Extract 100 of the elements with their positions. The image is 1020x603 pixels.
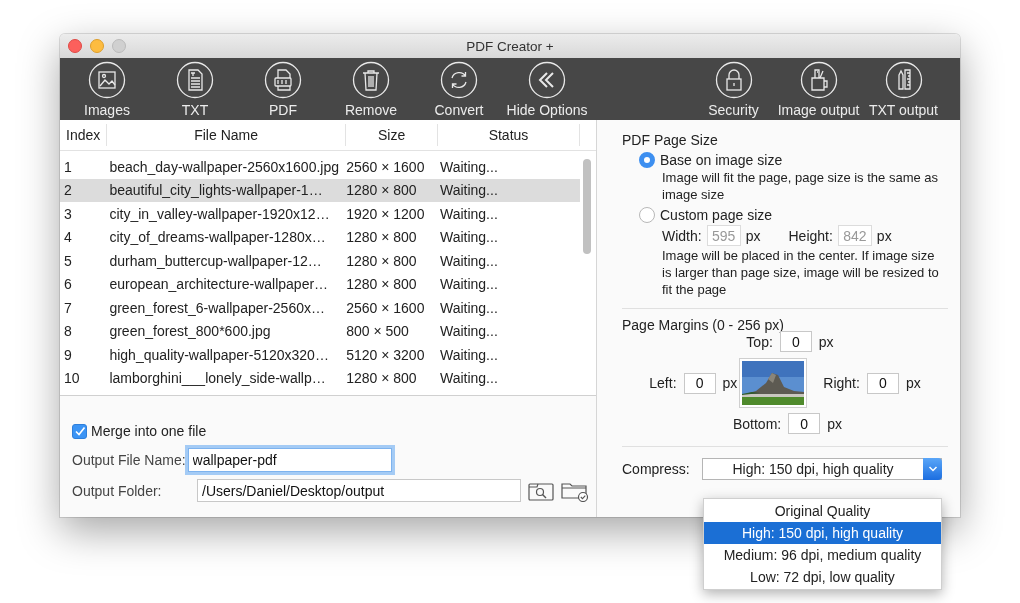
right-margin-field[interactable]: 0 — [866, 372, 899, 394]
description-text: Image will be placed in the center. If image size is larger than page size, image will be resized to fit the page — [662, 247, 940, 298]
table-cell-text: high_quality-wallpaper-5120x320… — [108, 346, 330, 363]
table-cell-text: 1280 × 800 — [345, 252, 418, 269]
file-name-field[interactable]: wallpaper-pdf — [187, 448, 392, 472]
lock-icon — [714, 61, 753, 99]
table-cell-text: 1920 × 1200 — [345, 205, 426, 222]
caret-icon — [927, 465, 938, 473]
document-icon — [176, 61, 214, 99]
menu-item[interactable]: Medium: 96 dpi, medium quality — [704, 544, 941, 566]
unit-label: px — [905, 375, 921, 391]
table-cell-text: Waiting... — [438, 252, 499, 269]
column-header[interactable]: Size — [346, 124, 438, 146]
unit-label: px — [818, 333, 834, 350]
checkbox-label: Merge into one file — [91, 423, 207, 439]
scrollbar-thumb[interactable] — [583, 159, 591, 254]
pen-cup-icon — [799, 61, 838, 99]
table-cell-text: 2 — [63, 182, 73, 199]
column-header[interactable]: Index — [60, 124, 107, 146]
radio-label: Custom page size — [660, 207, 773, 223]
pencil-ruler-icon — [884, 61, 923, 99]
table-row[interactable]: 10 lamborghini___lonely_side-wallp… 1280 × 800 Waiting... — [60, 366, 580, 390]
toolbar-button[interactable]: PDF — [239, 58, 327, 120]
table-row[interactable]: 7 green_forest_6-wallpaper-2560x… 2560 × 1600 Waiting... — [60, 296, 580, 320]
toolbar-button[interactable]: TXT output — [861, 58, 946, 120]
table-row[interactable]: 5 durham_buttercup-wallpaper-12… 1280 × 800 Waiting... — [60, 249, 580, 273]
table-cell-text: 5 — [63, 252, 73, 269]
unit-label: px — [876, 227, 892, 244]
table-cell-text: 2560 × 1600 — [345, 158, 426, 175]
radio-button[interactable] — [639, 152, 655, 168]
field-label: Width: — [662, 227, 702, 244]
menu-item[interactable]: Low: 72 dpi, low quality — [704, 566, 941, 588]
field-label: Bottom: — [732, 415, 782, 432]
toolbar-button[interactable]: Security — [691, 58, 776, 120]
table-cell-text: city_of_dreams-wallpaper-1280x… — [108, 229, 327, 246]
table-row[interactable]: 9 high_quality-wallpaper-5120x320… 5120 × 3200 Waiting... — [60, 343, 580, 367]
toolbar-button[interactable]: Images — [63, 58, 151, 120]
merge-checkbox[interactable] — [72, 423, 87, 439]
top-margin-field[interactable]: 0 — [779, 331, 812, 352]
menu-item[interactable]: High: 150 dpi, high quality — [704, 522, 941, 544]
search-folder-icon[interactable] — [528, 480, 554, 501]
table-cell-text: 1280 × 800 — [345, 276, 418, 293]
table-cell-text: green_forest_6-wallpaper-2560x… — [108, 299, 326, 316]
radio-button[interactable] — [639, 207, 655, 223]
table-cell-text: 1280 × 800 — [345, 229, 418, 246]
description-text: Image will fit the page, page size is the same as image size — [662, 169, 940, 203]
table-cell-text: 1280 × 800 — [345, 370, 418, 387]
left-margin-field[interactable]: 0 — [683, 372, 716, 394]
table-cell-text: city_in_valley-wallpaper-1920x12… — [108, 205, 331, 222]
toolbar-button[interactable]: Convert — [415, 58, 503, 120]
table-cell-text: 4 — [63, 229, 73, 246]
table-row[interactable]: 8 green_forest_800*600.jpg 800 × 500 Waiting... — [60, 319, 580, 343]
table-cell-text: 5120 × 3200 — [345, 346, 426, 363]
table-cell-text: lamborghini___lonely_side-wallp… — [108, 370, 327, 387]
toolbar-button[interactable]: Hide Options — [503, 58, 591, 120]
unit-label: px — [722, 375, 738, 391]
field-label: Top: — [746, 333, 773, 350]
table-cell-text: 800 × 500 — [345, 323, 410, 340]
table-cell-text: 8 — [63, 323, 73, 340]
table-cell-text: 1 — [63, 158, 73, 175]
table-row[interactable]: 6 european_architecture-wallpaper… 1280 × 800 Waiting... — [60, 272, 580, 296]
toolbar-button[interactable]: Image output — [776, 58, 861, 120]
column-header[interactable]: Status — [437, 124, 581, 146]
table-cell-text: Waiting... — [438, 158, 499, 175]
bottom-margin-field[interactable]: 0 — [788, 413, 821, 434]
section-title: PDF Page Size — [622, 132, 719, 148]
toolbar-button[interactable]: TXT — [151, 58, 239, 120]
table-row[interactable]: 2 beautiful_city_lights-wallpaper-1… 1280 × 800 Waiting... — [60, 178, 580, 202]
trash-icon — [352, 61, 390, 99]
toolbar-button[interactable]: Remove — [327, 58, 415, 120]
table-cell-text: 3 — [63, 205, 73, 222]
table-cell-text: green_forest_800*600.jpg — [108, 323, 272, 340]
table-row[interactable]: 3 city_in_valley-wallpaper-1920x12… 1920 × 1200 Waiting... — [60, 202, 580, 226]
field-label: Output Folder: — [72, 482, 163, 499]
table-cell-text: beautiful_city_lights-wallpaper-1… — [108, 182, 324, 199]
double-chevron-icon — [528, 61, 566, 99]
table-cell-text: Waiting... — [438, 370, 499, 387]
radio-label: Base on image size — [660, 152, 783, 168]
menu-item[interactable]: Original Quality — [704, 500, 941, 522]
table-cell-text: 6 — [63, 276, 73, 293]
refresh-icon — [440, 61, 478, 99]
checkmark-icon — [73, 425, 86, 437]
section-title: Page Margins (0 - 256 px) — [622, 317, 785, 333]
table-cell-text: 9 — [63, 346, 73, 363]
image-icon — [88, 61, 126, 99]
field-label: Output File Name: — [72, 452, 186, 468]
table-cell-text: 7 — [63, 299, 73, 316]
table-row[interactable]: 1 beach_day-wallpaper-2560x1600.jpg 2560 × 1600 Waiting... — [60, 155, 580, 179]
close-button[interactable] — [68, 39, 82, 53]
table-cell-text: Waiting... — [438, 229, 499, 246]
compress-dropdown[interactable]: High: 150 dpi, high quality — [702, 458, 942, 480]
table-cell-text: beach_day-wallpaper-2560x1600.jpg — [108, 158, 341, 175]
table-row[interactable]: 4 city_of_dreams-wallpaper-1280x… 1280 × 800 Waiting... — [60, 225, 580, 249]
minimize-button[interactable] — [90, 39, 104, 53]
table-cell-text: Waiting... — [438, 182, 499, 199]
pdf-file-icon — [264, 61, 302, 99]
field-label: Right: — [823, 375, 860, 391]
table-cell-text: 1280 × 800 — [345, 182, 418, 199]
output-folder-field[interactable]: /Users/Daniel/Desktop/output — [197, 479, 521, 502]
column-header[interactable]: File Name — [106, 124, 347, 146]
